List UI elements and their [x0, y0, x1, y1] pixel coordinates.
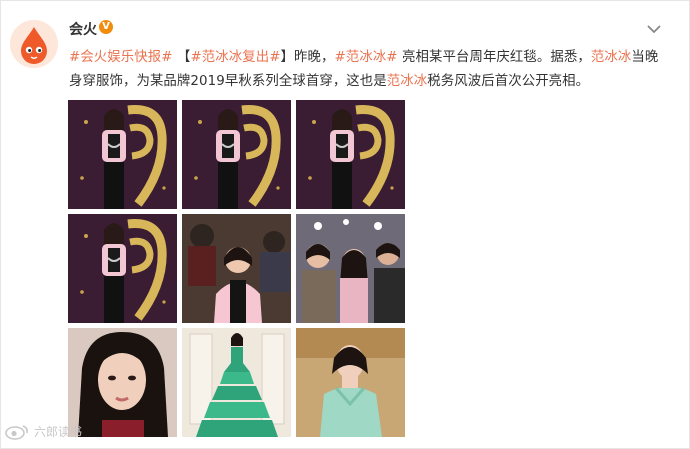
photo-green-gown[interactable] — [182, 328, 291, 437]
photo-red-carpet-3[interactable] — [296, 100, 405, 209]
weibo-post-card: 会火 V #会火娱乐快报# 【#范冰冰复出#】昨晚，#范冰冰# 亮相某平台周年庆… — [0, 0, 690, 449]
photo-event-crowd-image — [182, 214, 291, 323]
verified-badge-icon: V — [99, 20, 113, 34]
photo-red-carpet-1[interactable] — [68, 100, 177, 209]
photo-red-carpet-2-image — [182, 100, 291, 209]
photo-red-carpet-4-image — [68, 214, 177, 323]
author-avatar[interactable] — [10, 20, 58, 68]
photo-group-selfie-image — [296, 214, 405, 323]
photo-green-gown-image — [182, 328, 291, 437]
text-segment: 税务风波后首次公开亮相。 — [427, 74, 590, 89]
photo-red-carpet-1-image — [68, 100, 177, 209]
hashtag-link[interactable]: #范冰冰复出# — [190, 50, 280, 65]
text-segment: 【 — [172, 50, 191, 65]
photo-mint-dress-image — [296, 328, 405, 437]
photo-grid — [68, 100, 405, 437]
photo-red-carpet-3-image — [296, 100, 405, 209]
hashtag-link[interactable]: #会火娱乐快报# — [69, 50, 173, 65]
text-segment: 】昨晚， — [280, 50, 335, 65]
watermark-text: 六郎读书 — [34, 425, 83, 439]
photo-group-selfie[interactable] — [296, 214, 405, 323]
photo-red-carpet-2[interactable] — [182, 100, 291, 209]
photo-portrait-closeup[interactable] — [68, 328, 177, 437]
photo-portrait-closeup-image — [68, 328, 177, 437]
photo-red-carpet-4[interactable] — [68, 214, 177, 323]
author-name[interactable]: 会火 — [69, 19, 97, 39]
photo-event-crowd[interactable] — [182, 214, 291, 323]
photo-mint-dress[interactable] — [296, 328, 405, 437]
post-body-text: #会火娱乐快报# 【#范冰冰复出#】昨晚，#范冰冰# 亮相某平台周年庆红毯。据悉… — [69, 46, 669, 94]
text-segment: 亮相某平台周年庆红毯。据悉， — [397, 50, 591, 65]
topic-link[interactable]: 范冰冰 — [591, 50, 631, 65]
weibo-eye-icon — [5, 424, 28, 440]
topic-link[interactable]: 范冰冰 — [387, 74, 427, 89]
watermark: 六郎读书 — [4, 423, 82, 440]
hashtag-link[interactable]: #范冰冰# — [335, 50, 398, 65]
fire-drop-avatar-icon — [10, 20, 58, 68]
chevron-down-icon[interactable] — [647, 24, 661, 34]
